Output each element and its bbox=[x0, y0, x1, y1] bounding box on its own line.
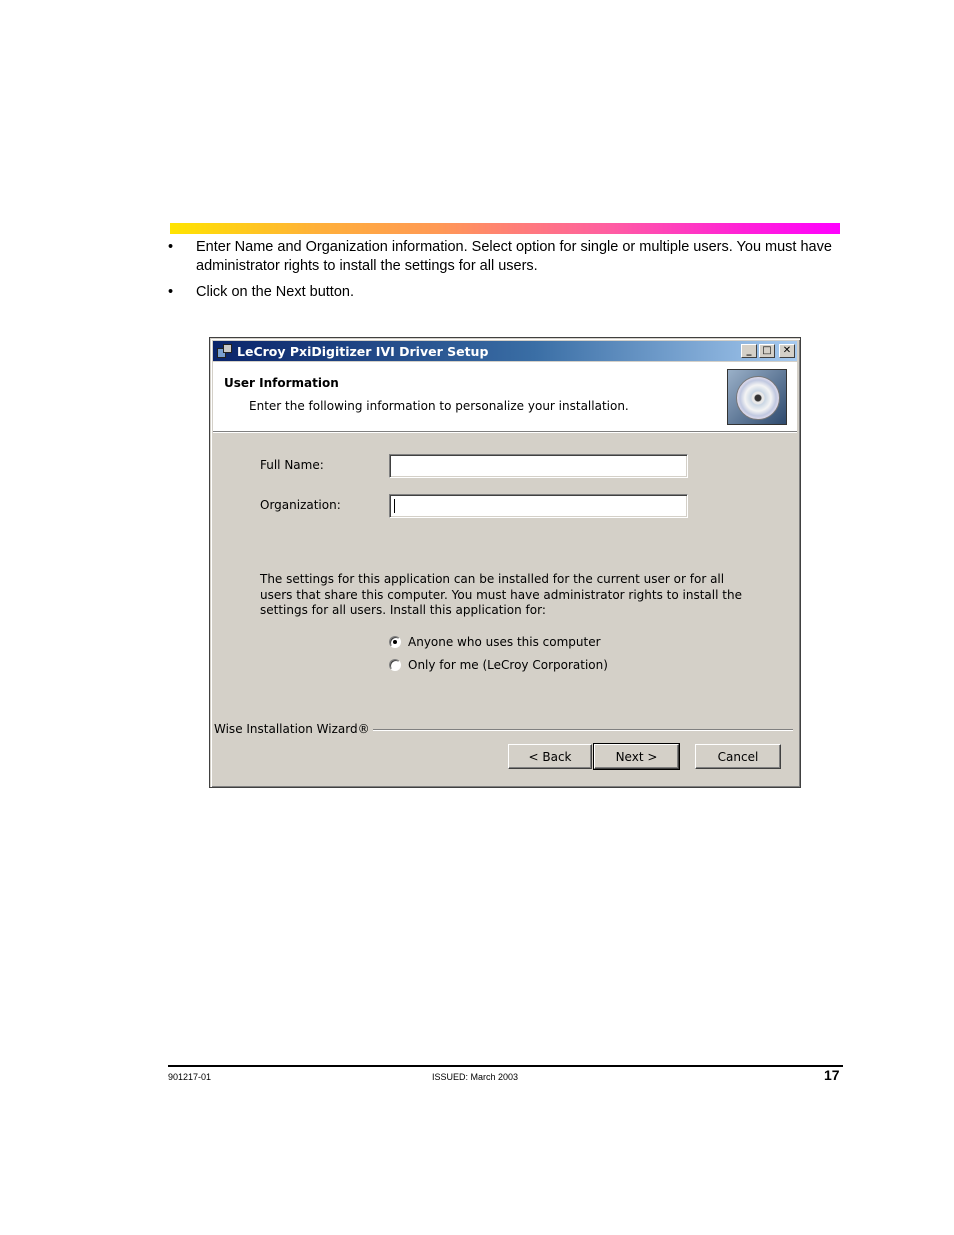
radio-unselected-icon[interactable] bbox=[389, 659, 401, 671]
instruction-list: • Enter Name and Organization informatio… bbox=[168, 238, 848, 309]
list-item: • Enter Name and Organization informatio… bbox=[168, 238, 848, 276]
window-title: LeCroy PxiDigitizer IVI Driver Setup bbox=[237, 343, 489, 359]
wizard-brand-label: Wise Installation Wizard® bbox=[214, 722, 373, 736]
install-scope-description: The settings for this application can be… bbox=[260, 572, 742, 617]
full-name-input[interactable] bbox=[389, 454, 688, 478]
title-bar[interactable]: LeCroy PxiDigitizer IVI Driver Setup _ □… bbox=[213, 341, 797, 361]
bullet-icon: • bbox=[168, 284, 174, 300]
radio-anyone[interactable]: Anyone who uses this computer bbox=[389, 635, 601, 649]
minimize-button[interactable]: _ bbox=[741, 344, 757, 358]
setup-app-icon bbox=[216, 343, 234, 359]
maximize-button[interactable]: □ bbox=[759, 344, 775, 358]
step-title: User Information bbox=[224, 376, 339, 390]
cd-disc-icon bbox=[727, 369, 787, 425]
text-caret bbox=[394, 499, 395, 513]
organization-input[interactable] bbox=[389, 494, 688, 518]
radio-selected-icon[interactable] bbox=[389, 636, 401, 648]
close-button[interactable]: ✕ bbox=[779, 344, 795, 358]
page-number: 17 bbox=[824, 1067, 840, 1083]
instruction-text: Click on the Next button. bbox=[196, 284, 354, 300]
step-description: Enter the following information to perso… bbox=[249, 399, 629, 413]
organization-label: Organization: bbox=[260, 498, 341, 512]
list-item: • Click on the Next button. bbox=[168, 283, 848, 302]
radio-label: Anyone who uses this computer bbox=[408, 635, 601, 649]
document-number: 901217-01 bbox=[168, 1072, 212, 1082]
full-name-label: Full Name: bbox=[260, 458, 324, 472]
cancel-button[interactable]: Cancel bbox=[695, 744, 781, 769]
radio-label: Only for me (LeCroy Corporation) bbox=[408, 658, 608, 672]
back-button[interactable]: < Back bbox=[508, 744, 592, 769]
window-controls: _ □ ✕ bbox=[741, 344, 795, 358]
header-gradient-bar bbox=[170, 223, 840, 234]
next-button[interactable]: Next > bbox=[593, 743, 680, 770]
radio-only-me[interactable]: Only for me (LeCroy Corporation) bbox=[389, 658, 608, 672]
setup-dialog: LeCroy PxiDigitizer IVI Driver Setup _ □… bbox=[209, 337, 801, 788]
wizard-header: User Information Enter the following inf… bbox=[213, 362, 797, 433]
bullet-icon: • bbox=[168, 239, 174, 255]
instruction-text: Enter Name and Organization information.… bbox=[196, 239, 832, 274]
footer-rule bbox=[168, 1065, 843, 1067]
issue-date: ISSUED: March 2003 bbox=[432, 1072, 519, 1082]
